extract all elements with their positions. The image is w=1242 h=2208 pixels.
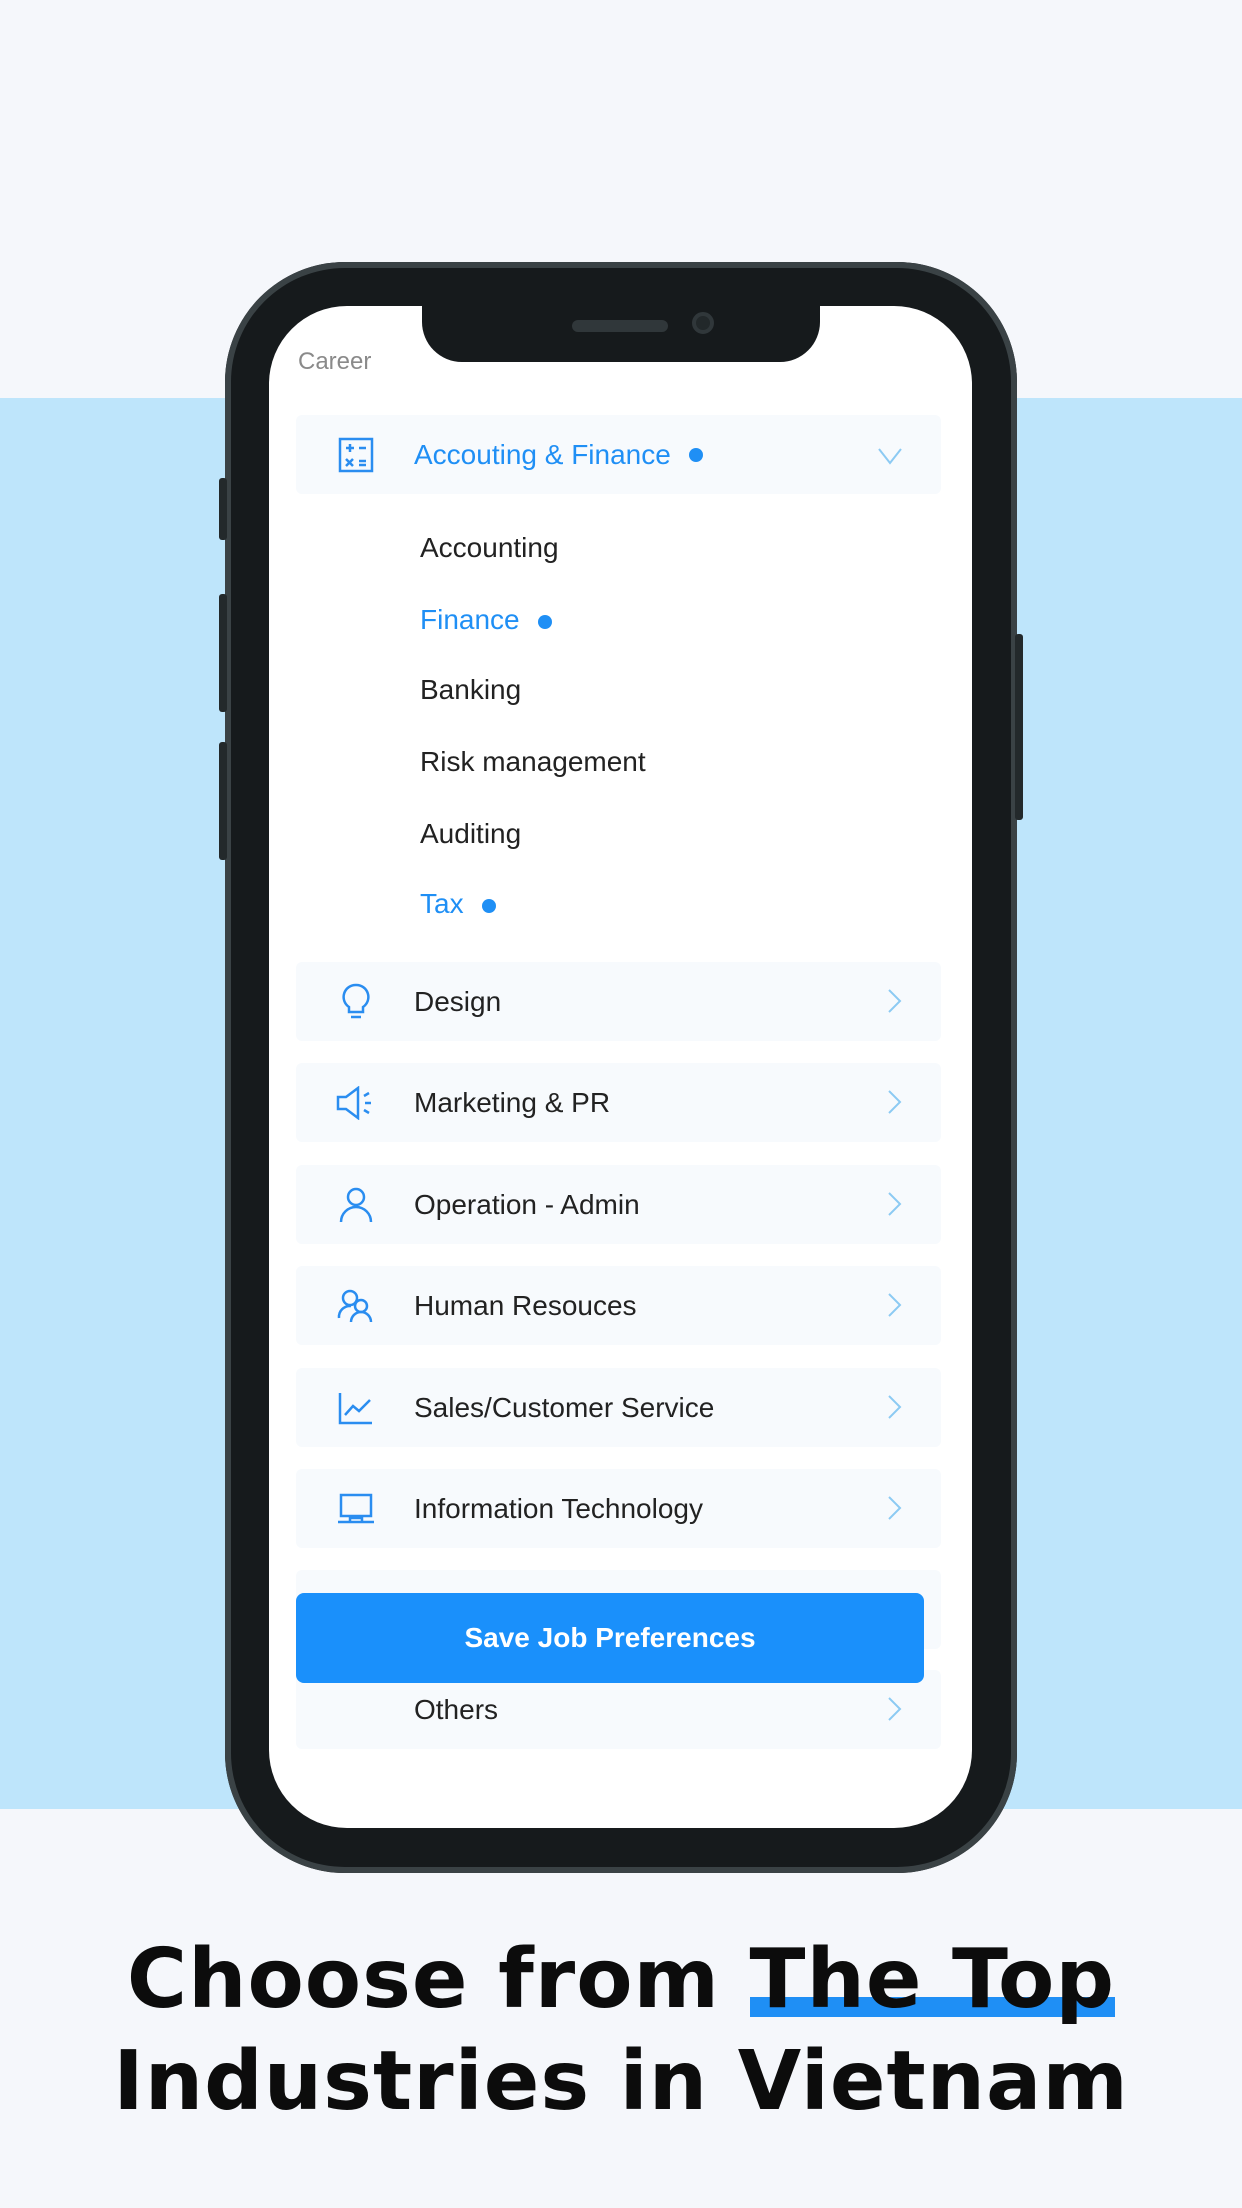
category-label: Operation - Admin <box>414 1188 640 1220</box>
speaker <box>572 320 668 332</box>
chevron-right-icon <box>887 1292 903 1325</box>
category-design[interactable]: Design <box>296 962 941 1041</box>
chart-line-icon <box>336 1388 376 1428</box>
category-label: Design <box>414 985 502 1017</box>
laptop-icon <box>336 1489 376 1529</box>
chevron-right-icon <box>887 1495 903 1528</box>
user-icon <box>336 1185 376 1225</box>
selected-dot <box>481 898 496 913</box>
headline-line-2: Industries in Vietnam <box>113 2034 1129 2129</box>
subcategory-label: Auditing <box>420 818 522 849</box>
subcategory-label: Accounting <box>420 532 559 563</box>
chevron-right-icon <box>887 1394 903 1427</box>
headline-text: Choose from <box>126 1932 750 2027</box>
category-label: Marketing & PR <box>414 1086 611 1118</box>
mute-switch <box>219 478 227 540</box>
chevron-right-icon <box>887 1191 903 1224</box>
subcategory-label: Risk management <box>420 746 646 777</box>
subcategory-item[interactable]: Accounting <box>420 532 559 564</box>
save-job-preferences-button[interactable]: Save Job Preferences <box>296 1593 924 1683</box>
selected-dot <box>688 447 703 462</box>
calculator-icon <box>336 435 376 475</box>
category-accounting-finance[interactable]: Accouting & Finance <box>296 415 941 494</box>
headline-highlight: The Top <box>749 1932 1116 2027</box>
category-label: Others <box>414 1693 499 1725</box>
selected-dot <box>537 614 552 629</box>
volume-up-button <box>219 594 227 712</box>
category-label: Sales/Customer Service <box>414 1391 715 1423</box>
chevron-right-icon <box>887 1089 903 1122</box>
category-operation-admin[interactable]: Operation - Admin <box>296 1165 941 1244</box>
headline-highlight-text: The Top <box>749 1932 1116 2027</box>
category-label: Accouting & Finance <box>414 438 671 470</box>
subcategory-item[interactable]: Risk management <box>420 746 646 778</box>
blank-icon <box>336 1690 376 1730</box>
lightbulb-icon <box>336 982 376 1022</box>
category-information-technology[interactable]: Information Technology <box>296 1469 941 1548</box>
subcategory-item[interactable]: Finance <box>420 604 552 636</box>
category-sales-customer-service[interactable]: Sales/Customer Service <box>296 1368 941 1447</box>
subcategory-label: Finance <box>420 604 520 635</box>
camera <box>692 312 714 334</box>
notch <box>422 306 820 362</box>
section-title: Career <box>298 348 372 375</box>
phone-screen: Career Accouting & Finance Accounting Fi… <box>269 306 972 1828</box>
subcategory-label: Banking <box>420 674 522 705</box>
chevron-right-icon <box>887 1696 903 1729</box>
subcategory-item[interactable]: Auditing <box>420 818 521 850</box>
megaphone-icon <box>336 1083 376 1123</box>
power-button <box>1015 634 1023 820</box>
chevron-down-icon <box>877 441 903 473</box>
category-human-resources[interactable]: Human Resouces <box>296 1266 941 1345</box>
category-marketing-pr[interactable]: Marketing & PR <box>296 1063 941 1142</box>
users-icon <box>336 1286 376 1326</box>
subcategory-item[interactable]: Tax <box>420 888 496 920</box>
headline-line-1: Choose from The Top <box>0 1932 1242 2027</box>
volume-down-button <box>219 742 227 860</box>
category-label: Human Resouces <box>414 1289 637 1321</box>
category-label: Information Technology <box>414 1492 703 1524</box>
subcategory-label: Tax <box>420 888 464 919</box>
subcategory-item[interactable]: Banking <box>420 674 521 706</box>
chevron-right-icon <box>887 988 903 1021</box>
